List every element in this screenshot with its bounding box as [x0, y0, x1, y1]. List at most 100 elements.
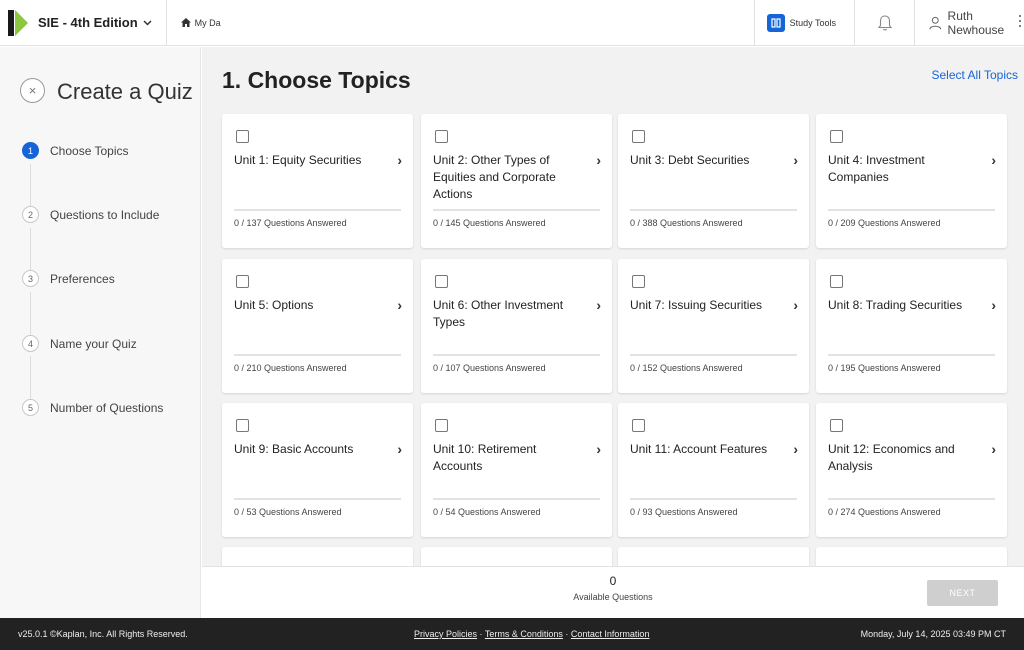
footer: v25.0.1 ©Kaplan, Inc. All Rights Reserve…	[0, 618, 1024, 650]
topic-card[interactable]: Unit 7: Issuing Securities › 0 / 152 Quest…	[618, 259, 809, 393]
link-separator: ·	[477, 629, 485, 639]
study-tools-icon	[766, 13, 785, 32]
topic-checkbox[interactable]	[236, 275, 249, 288]
user-icon	[929, 16, 942, 29]
topic-questions-answered: 0 / 274 Questions Answered	[828, 507, 941, 517]
topic-checkbox[interactable]	[236, 130, 249, 143]
topic-checkbox[interactable]	[830, 419, 843, 432]
step-name-your-quiz[interactable]: 4 Name your Quiz	[22, 335, 192, 352]
topic-card-partial[interactable]	[816, 547, 1007, 566]
kaplan-logo-icon[interactable]	[8, 9, 30, 36]
chevron-right-icon[interactable]: ›	[596, 152, 601, 168]
topic-card-partial[interactable]	[222, 547, 413, 566]
privacy-policies-link[interactable]: Privacy Policies	[414, 629, 477, 639]
chevron-right-icon[interactable]: ›	[793, 441, 798, 457]
topic-title: Unit 9: Basic Accounts	[234, 442, 354, 456]
chevron-down-icon	[143, 17, 152, 29]
topic-questions-answered: 0 / 210 Questions Answered	[234, 363, 347, 373]
topic-progress-bar	[828, 498, 995, 500]
user-menu[interactable]: Ruth Newhouse	[914, 0, 1024, 46]
step-preferences[interactable]: 3 Preferences	[22, 270, 192, 287]
terms-conditions-link[interactable]: Terms & Conditions	[485, 629, 563, 639]
topic-checkbox[interactable]	[435, 275, 448, 288]
quiz-steps-sidebar: × Create a Quiz 1 Choose Topics 2 Questi…	[0, 47, 201, 618]
topic-card[interactable]: Unit 6: Other Investment Types › 0 / 107 Q…	[421, 259, 612, 393]
chevron-right-icon[interactable]: ›	[596, 297, 601, 313]
topic-title: Unit 6: Other Investment Types	[433, 298, 564, 329]
chevron-right-icon[interactable]: ›	[397, 441, 402, 457]
topic-questions-answered: 0 / 107 Questions Answered	[433, 363, 546, 373]
select-all-topics-link[interactable]: Select All Topics	[932, 68, 1019, 82]
main-content: 1. Choose Topics Select All Topics Unit …	[202, 47, 1024, 566]
top-bar: SIE - 4th Edition My Da Study Tools Ruth…	[0, 0, 1024, 46]
step-number: 5	[22, 399, 39, 416]
topic-title: Unit 3: Debt Securities	[630, 153, 750, 167]
contact-information-link[interactable]: Contact Information	[571, 629, 650, 639]
close-button[interactable]: ×	[20, 78, 45, 103]
footer-links: Privacy Policies · Terms & Conditions · …	[414, 629, 649, 639]
topic-card[interactable]: Unit 5: Options › 0 / 210 Questions Answer…	[222, 259, 413, 393]
current-datetime: Monday, July 14, 2025 03:49 PM CT	[860, 629, 1006, 639]
topic-checkbox[interactable]	[632, 130, 645, 143]
chevron-right-icon[interactable]: ›	[793, 152, 798, 168]
available-questions-count: 0	[609, 574, 617, 588]
topic-card[interactable]: Unit 11: Account Features › 0 / 93 Questio…	[618, 403, 809, 537]
topic-card[interactable]: Unit 3: Debt Securities › 0 / 388 Question…	[618, 114, 809, 248]
topic-progress-bar	[828, 209, 995, 211]
topic-progress-bar	[630, 209, 797, 211]
topic-questions-answered: 0 / 53 Questions Answered	[234, 507, 342, 517]
step-choose-topics[interactable]: 1 Choose Topics	[22, 142, 192, 159]
topic-card[interactable]: Unit 4: Investment Companies › 0 / 209 Que…	[816, 114, 1007, 248]
step-label: Number of Questions	[50, 400, 164, 415]
topic-checkbox[interactable]	[830, 275, 843, 288]
chevron-right-icon[interactable]: ›	[991, 152, 996, 168]
header-divider	[165, 0, 167, 46]
topic-card[interactable]: Unit 10: Retirement Accounts › 0 / 54 Ques…	[421, 403, 612, 537]
notifications-button[interactable]	[854, 0, 914, 46]
topic-progress-bar	[234, 209, 401, 211]
user-name: Ruth Newhouse	[947, 8, 1005, 37]
topic-title: Unit 10: Retirement Accounts	[433, 442, 537, 473]
topic-checkbox[interactable]	[632, 275, 645, 288]
quiz-action-bar: 0 Available Questions NEXT	[202, 566, 1024, 618]
topic-card[interactable]: Unit 8: Trading Securities › 0 / 195 Quest…	[816, 259, 1007, 393]
topic-card[interactable]: Unit 2: Other Types of Equities and Corp…	[421, 114, 612, 248]
topic-questions-answered: 0 / 209 Questions Answered	[828, 218, 941, 228]
step-questions-to-include[interactable]: 2 Questions to Include	[22, 206, 192, 223]
topic-title: Unit 2: Other Types of Equities and Corp…	[433, 153, 556, 201]
topic-title: Unit 1: Equity Securities	[234, 153, 362, 167]
course-selector[interactable]: SIE - 4th Edition	[38, 15, 152, 30]
topic-checkbox[interactable]	[236, 419, 249, 432]
chevron-right-icon[interactable]: ›	[397, 297, 402, 313]
topic-checkbox[interactable]	[435, 130, 448, 143]
link-separator: ·	[562, 629, 571, 639]
more-vertical-icon[interactable]	[1019, 15, 1022, 30]
step-number: 1	[22, 142, 39, 159]
topic-card-partial[interactable]	[421, 547, 612, 566]
topic-card[interactable]: Unit 9: Basic Accounts › 0 / 53 Questions …	[222, 403, 413, 537]
chevron-right-icon[interactable]: ›	[596, 441, 601, 457]
chevron-right-icon[interactable]: ›	[397, 152, 402, 168]
topic-card-partial[interactable]	[618, 547, 809, 566]
topic-card[interactable]: Unit 1: Equity Securities › 0 / 137 Questi…	[222, 114, 413, 248]
chevron-right-icon[interactable]: ›	[991, 297, 996, 313]
bell-icon	[877, 14, 892, 30]
topic-progress-bar	[234, 354, 401, 356]
topic-questions-answered: 0 / 388 Questions Answered	[630, 218, 743, 228]
topic-questions-answered: 0 / 54 Questions Answered	[433, 507, 541, 517]
home-icon	[180, 18, 191, 27]
step-number: 2	[22, 206, 39, 223]
topic-checkbox[interactable]	[435, 419, 448, 432]
step-number-of-questions[interactable]: 5 Number of Questions	[22, 399, 192, 416]
topic-progress-bar	[433, 498, 600, 500]
study-tools-button[interactable]: Study Tools	[753, 0, 854, 46]
breadcrumb-my-dashboard[interactable]: My Da	[180, 18, 221, 28]
topic-card[interactable]: Unit 12: Economics and Analysis › 0 / 274 …	[816, 403, 1007, 537]
topic-questions-answered: 0 / 93 Questions Answered	[630, 507, 738, 517]
chevron-right-icon[interactable]: ›	[991, 441, 996, 457]
topic-checkbox[interactable]	[632, 419, 645, 432]
next-button[interactable]: NEXT	[927, 580, 998, 606]
topic-checkbox[interactable]	[830, 130, 843, 143]
chevron-right-icon[interactable]: ›	[793, 297, 798, 313]
topic-questions-answered: 0 / 145 Questions Answered	[433, 218, 546, 228]
